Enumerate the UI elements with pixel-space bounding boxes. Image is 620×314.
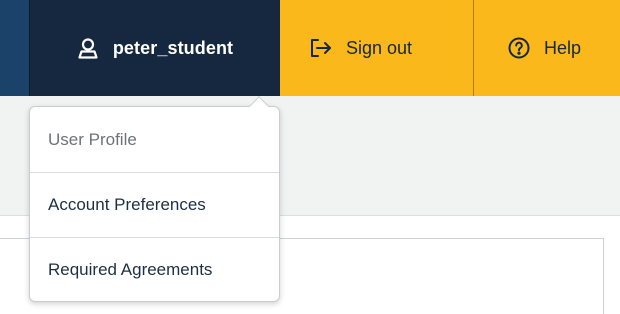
sign-out-icon [310, 38, 332, 58]
sign-out-button[interactable]: Sign out [280, 0, 474, 96]
menu-item-label: Required Agreements [48, 260, 213, 279]
user-menu-button[interactable]: peter_student [29, 0, 280, 96]
help-button[interactable]: Help [474, 0, 620, 96]
menu-item-required-agreements[interactable]: Required Agreements [30, 237, 279, 302]
menu-item-user-profile[interactable]: User Profile [30, 107, 279, 172]
user-dropdown-menu: User Profile Account Preferences Require… [29, 96, 280, 302]
page: peter_student Sign out Help User Profile… [0, 0, 620, 314]
menu-item-label: User Profile [48, 129, 137, 149]
username-label: peter_student [112, 37, 234, 58]
menu-item-account-preferences[interactable]: Account Preferences [30, 172, 279, 237]
help-circle-icon [508, 37, 530, 59]
nav-left-strip [0, 0, 29, 96]
top-navigation-bar: peter_student Sign out Help [0, 0, 620, 96]
sign-out-label: Sign out [346, 37, 413, 58]
user-icon [77, 37, 99, 59]
menu-item-label: Account Preferences [48, 195, 206, 214]
help-label: Help [544, 37, 582, 58]
